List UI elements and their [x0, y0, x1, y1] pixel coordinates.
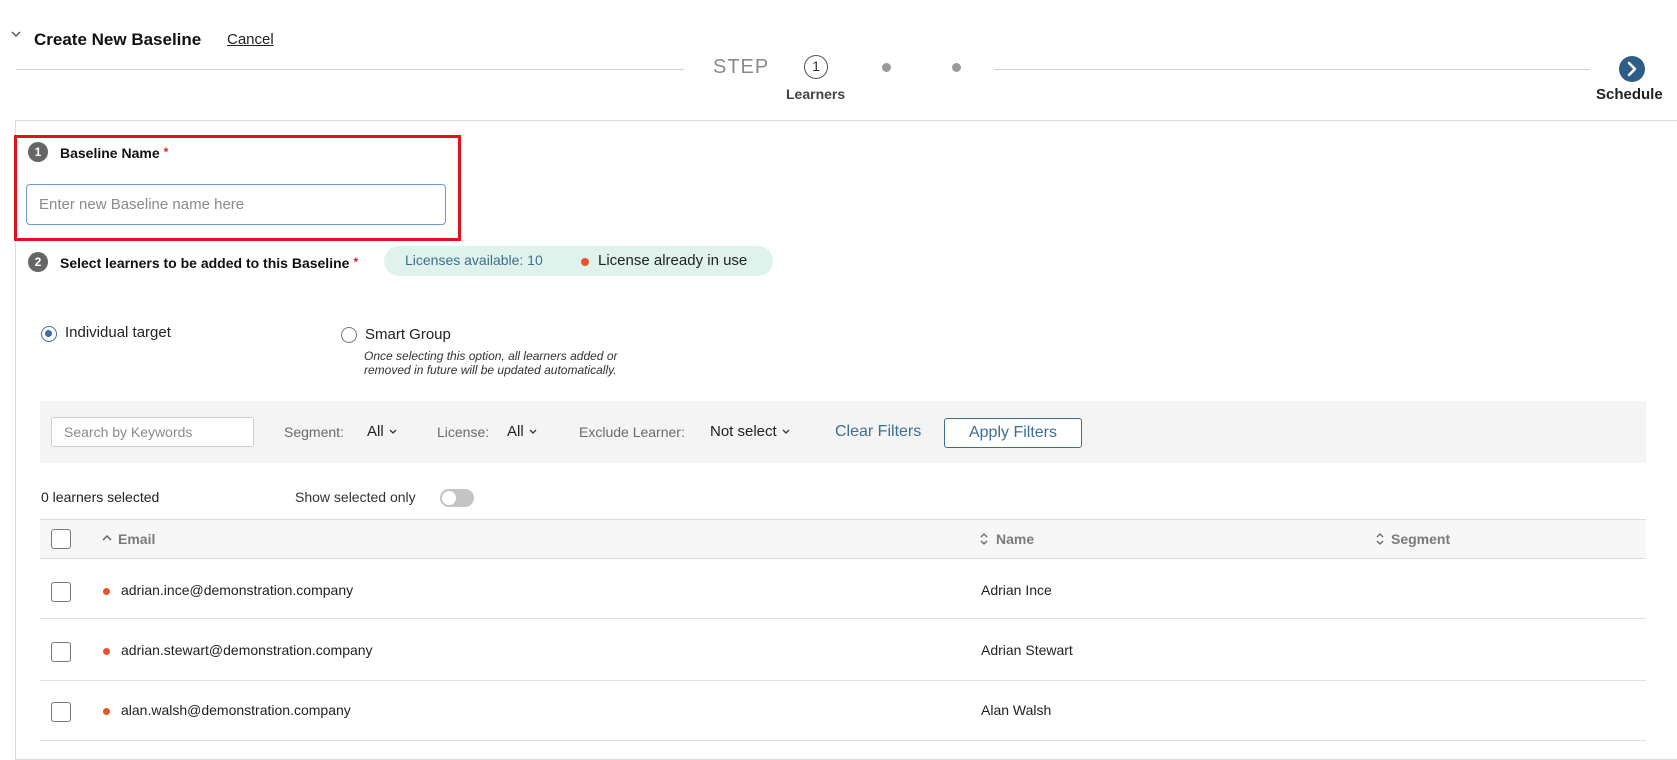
row-email: alan.walsh@demonstration.company — [121, 702, 351, 718]
row-name: Alan Walsh — [981, 702, 1052, 718]
exclude-learner-value: Not select — [710, 423, 777, 440]
step-1-label: Learners — [786, 86, 846, 102]
schedule-step-icon[interactable] — [1619, 56, 1645, 82]
step-3-dot — [952, 63, 961, 72]
step-2-dot — [882, 63, 891, 72]
license-in-use-dot-icon — [103, 648, 110, 655]
segment-filter-label: Segment: — [284, 424, 344, 440]
cancel-link[interactable]: Cancel — [227, 31, 274, 48]
column-header-segment[interactable]: Segment — [1391, 531, 1450, 547]
smart-group-radio[interactable] — [341, 327, 357, 343]
sort-icon[interactable] — [1374, 532, 1386, 546]
chevron-right-icon — [1627, 61, 1637, 77]
row-checkbox[interactable] — [51, 702, 71, 722]
license-in-use-dot-icon — [103, 588, 110, 595]
step-word: STEP — [713, 56, 770, 78]
select-all-checkbox[interactable] — [51, 529, 71, 549]
segment-filter-value: All — [367, 423, 384, 440]
baseline-name-title: Baseline Name * — [60, 145, 168, 161]
sort-asc-icon[interactable] — [101, 533, 113, 543]
baseline-name-label: Baseline Name — [60, 145, 160, 161]
license-filter-label: License: — [437, 424, 490, 440]
required-marker: * — [163, 145, 169, 159]
chevron-down-icon — [782, 429, 790, 434]
license-in-use-text: License already in use — [598, 252, 748, 269]
select-learners-label: Select learners to be added to this Base… — [60, 255, 350, 271]
license-in-use-dot-icon — [581, 258, 589, 266]
baseline-name-input[interactable] — [26, 184, 446, 225]
row-name: Adrian Stewart — [981, 642, 1073, 658]
stepper-line-right — [994, 69, 1590, 70]
collapse-chevron-icon[interactable] — [10, 28, 22, 40]
chevron-down-icon — [529, 429, 537, 434]
page-title: Create New Baseline — [34, 30, 202, 49]
section-1-badge: 1 — [28, 142, 48, 162]
select-learners-title: Select learners to be added to this Base… — [60, 255, 358, 271]
row-email: adrian.ince@demonstration.company — [121, 582, 354, 598]
segment-filter-dropdown[interactable]: All — [367, 423, 398, 440]
exclude-learner-label: Exclude Learner: — [579, 424, 685, 440]
apply-filters-button[interactable]: Apply Filters — [944, 418, 1082, 448]
row-checkbox[interactable] — [51, 582, 71, 602]
step-1-indicator: 1 — [804, 55, 828, 79]
column-header-email[interactable]: Email — [118, 531, 155, 547]
smart-group-label[interactable]: Smart Group — [365, 326, 451, 343]
schedule-step-label: Schedule — [1596, 86, 1663, 103]
column-header-name[interactable]: Name — [996, 531, 1034, 547]
exclude-learner-dropdown[interactable]: Not select — [710, 423, 791, 440]
clear-filters-button[interactable]: Clear Filters — [835, 423, 921, 441]
license-filter-value: All — [507, 423, 524, 440]
licenses-available-text: Licenses available: 10 — [405, 252, 543, 268]
individual-target-radio[interactable] — [41, 326, 57, 342]
sort-icon[interactable] — [978, 532, 990, 546]
stepper-line-left — [16, 69, 684, 70]
row-email: adrian.stewart@demonstration.company — [121, 642, 373, 658]
search-input[interactable] — [51, 417, 254, 447]
individual-target-label[interactable]: Individual target — [65, 324, 171, 341]
smart-group-note-line-2: removed in future will be updated automa… — [364, 363, 617, 377]
toggle-knob — [442, 491, 456, 505]
required-marker: * — [353, 255, 359, 269]
row-name: Adrian Ince — [981, 582, 1052, 598]
chevron-down-icon — [389, 429, 397, 434]
license-filter-dropdown[interactable]: All — [507, 423, 538, 440]
section-2-badge: 2 — [28, 252, 48, 272]
learners-selected-count: 0 learners selected — [41, 489, 160, 505]
smart-group-note-line-1: Once selecting this option, all learners… — [364, 349, 618, 363]
row-checkbox[interactable] — [51, 642, 71, 662]
show-selected-label: Show selected only — [295, 489, 416, 505]
smart-group-note: Once selecting this option, all learners… — [364, 349, 617, 377]
license-in-use-dot-icon — [103, 708, 110, 715]
